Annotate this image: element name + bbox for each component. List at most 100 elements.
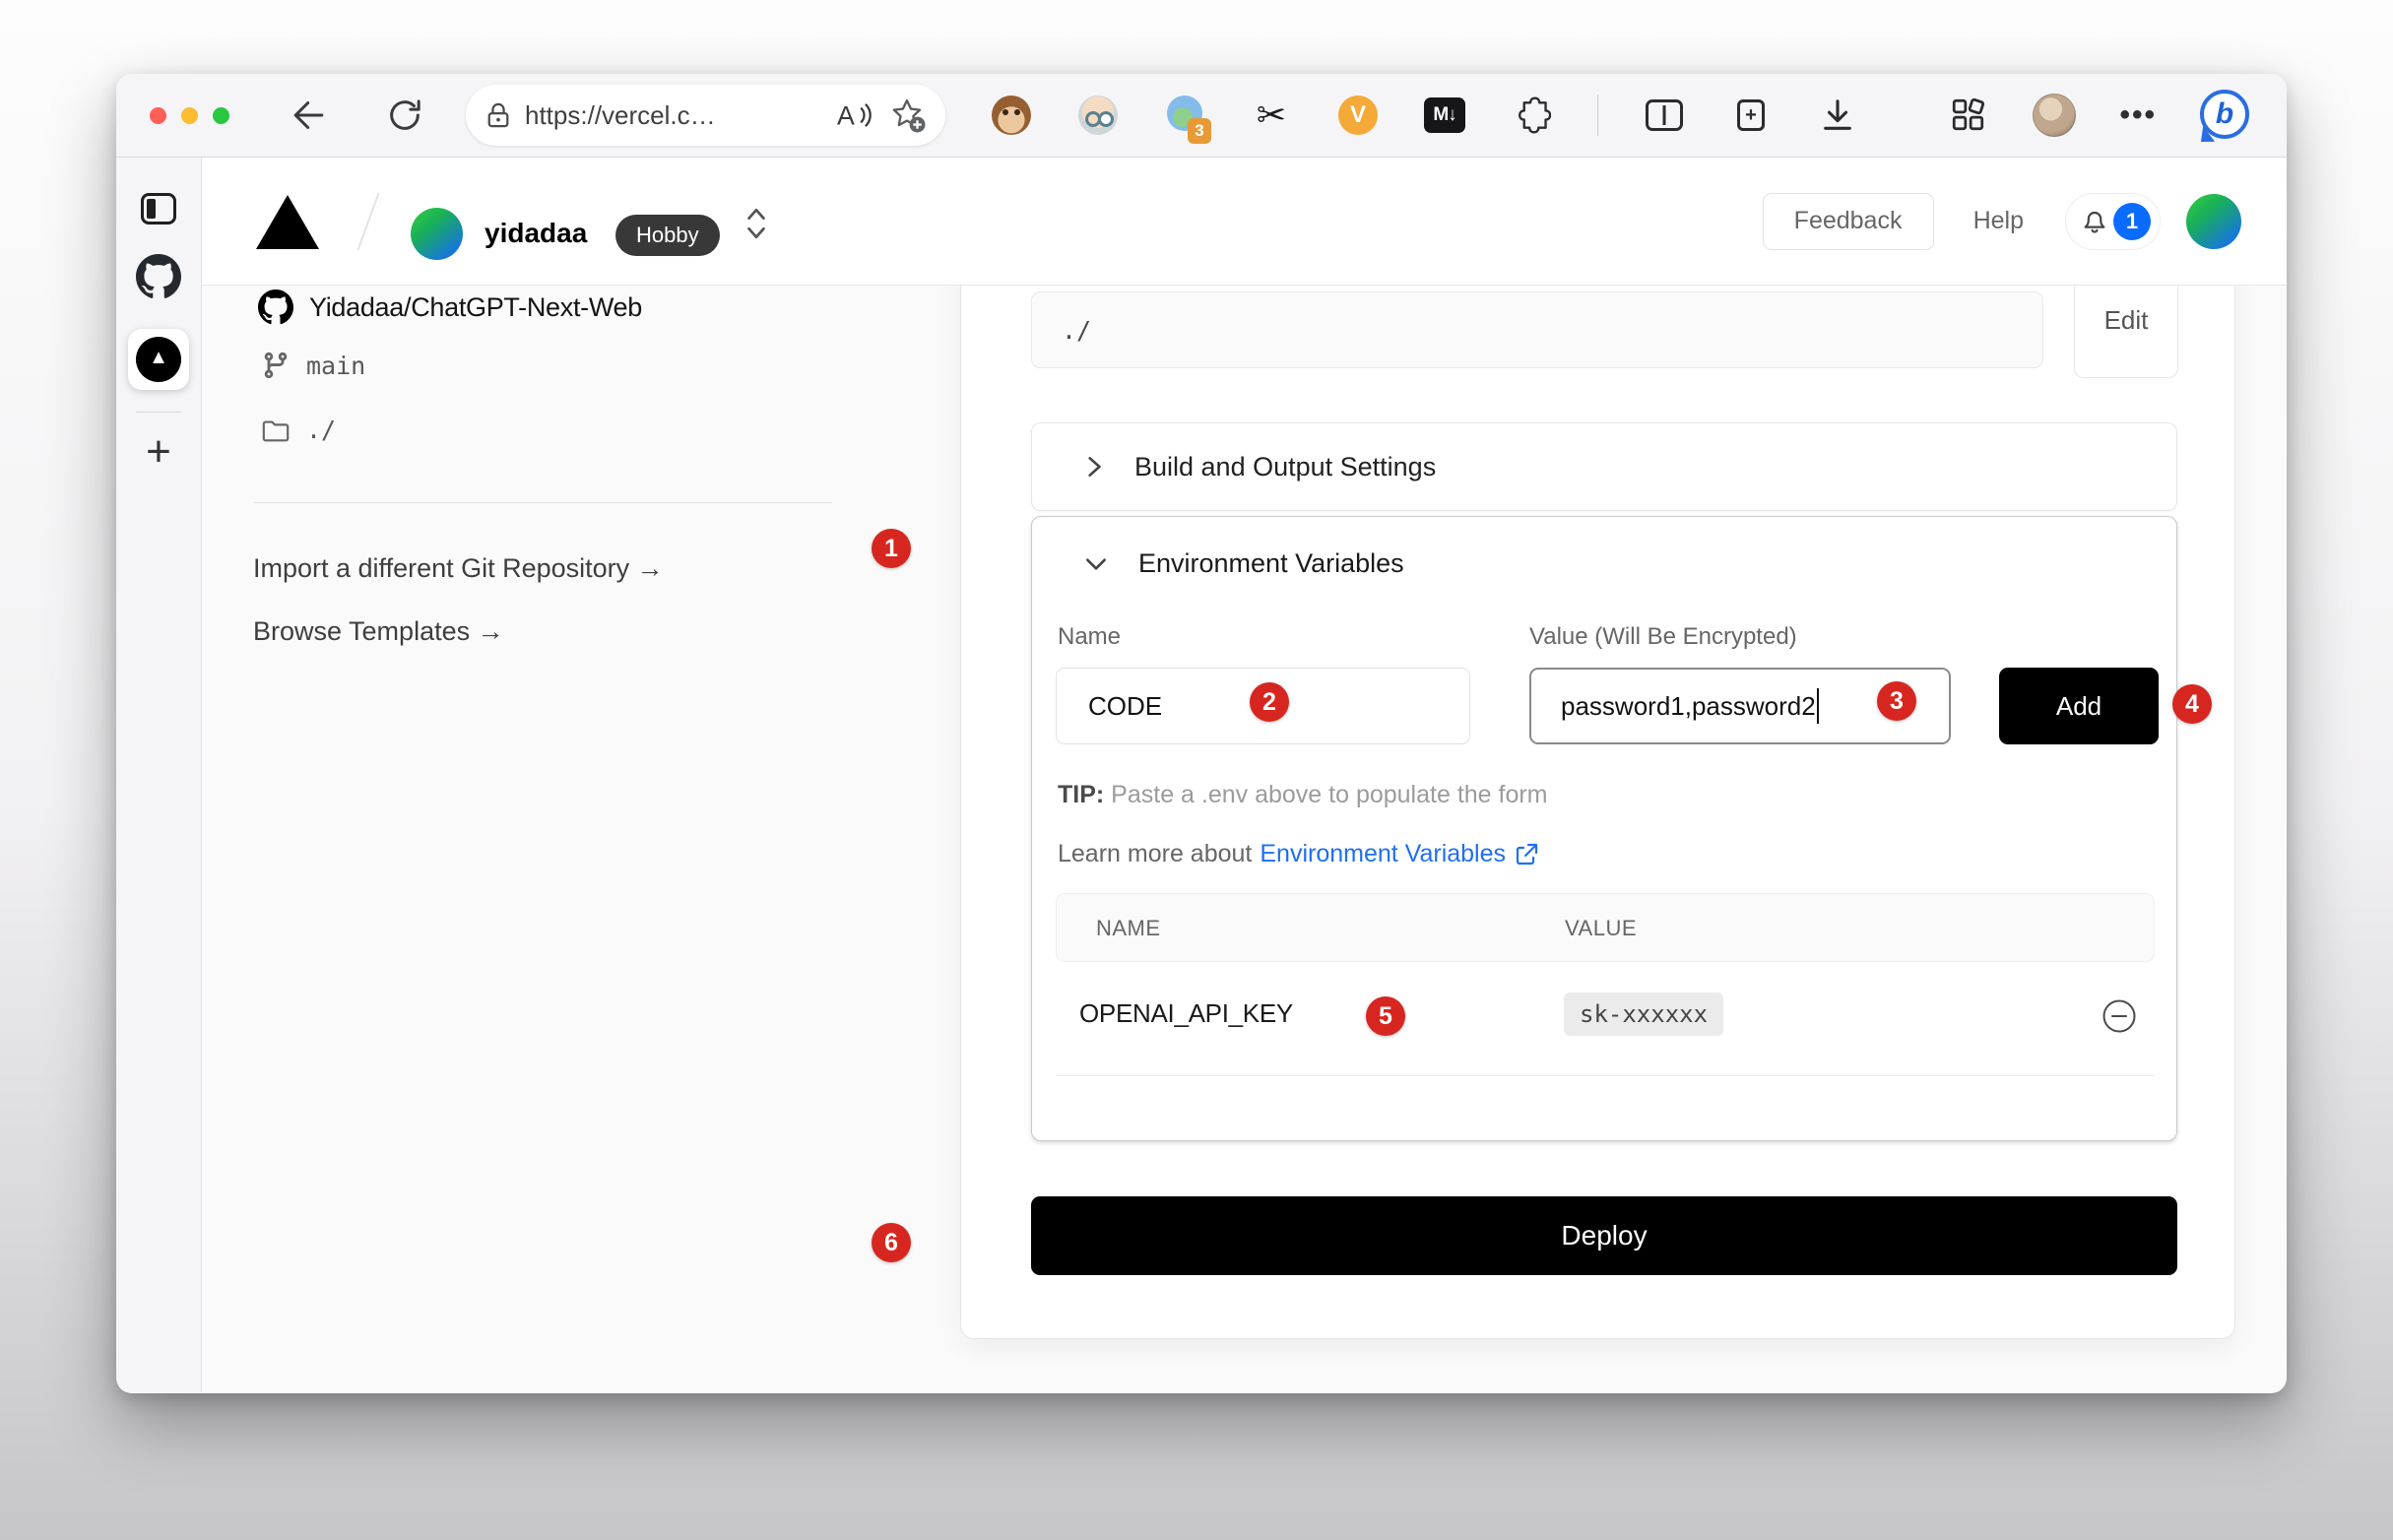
vercel-logo-icon: ▲ bbox=[136, 337, 181, 382]
sidebar-divider bbox=[136, 412, 181, 413]
environment-variables-panel: Environment Variables Name Value (Will B… bbox=[1031, 516, 2177, 1141]
svg-text:A: A bbox=[837, 101, 855, 131]
feedback-button[interactable]: Feedback bbox=[1763, 193, 1934, 250]
selected-repo-row: Yidadaa/ChatGPT-Next-Web bbox=[258, 289, 642, 325]
notification-count-badge: 1 bbox=[2113, 203, 2151, 240]
vercel-page: yidadaa Hobby Feedback Help 1 bbox=[202, 158, 2287, 1392]
team-name[interactable]: yidadaa bbox=[485, 218, 587, 249]
table-header-value: VALUE bbox=[1565, 916, 1637, 941]
traffic-lights bbox=[150, 107, 229, 124]
external-link-icon bbox=[1514, 842, 1539, 867]
table-header-name: NAME bbox=[1096, 916, 1161, 941]
branch-row: main bbox=[261, 351, 365, 380]
bell-icon bbox=[2080, 206, 2109, 237]
add-button[interactable]: Add bbox=[1999, 668, 2159, 744]
sidebar-vercel-item-selected[interactable]: ▲ bbox=[128, 329, 189, 390]
scissors-extension-icon[interactable]: ✂ bbox=[1251, 95, 1292, 136]
environment-variables-link[interactable]: Environment Variables bbox=[1260, 840, 1539, 868]
collections-icon[interactable]: + bbox=[1730, 95, 1772, 136]
browse-templates-link[interactable]: Browse Templates → bbox=[253, 616, 504, 647]
url-text[interactable]: https://vercel.c… bbox=[525, 100, 823, 131]
favorite-star-icon[interactable] bbox=[890, 97, 926, 133]
learn-more-prefix: Learn more about bbox=[1058, 840, 1252, 868]
extensions-puzzle-icon[interactable] bbox=[1511, 95, 1552, 136]
help-link[interactable]: Help bbox=[1973, 207, 2024, 235]
sidebar-add-button[interactable]: + bbox=[146, 434, 171, 469]
learn-more-line: Learn more about Environment Variables bbox=[1058, 840, 1539, 868]
root-dir-text: ./ bbox=[306, 416, 336, 444]
plan-badge: Hobby bbox=[615, 215, 720, 256]
annotation-5: 5 bbox=[1366, 996, 1405, 1036]
toolbar-right-cluster: ••• b bbox=[1948, 90, 2251, 141]
downloads-icon[interactable] bbox=[1817, 95, 1858, 136]
extensions-row: 3 ✂ V M↓ + bbox=[991, 95, 1858, 136]
deploy-button[interactable]: Deploy bbox=[1031, 1196, 2177, 1275]
team-selector-chevrons-icon[interactable] bbox=[745, 206, 767, 241]
close-window-button[interactable] bbox=[150, 107, 166, 124]
annotation-1: 1 bbox=[872, 529, 911, 568]
monkey-extension-icon[interactable] bbox=[991, 95, 1032, 136]
face-extension-icon[interactable] bbox=[1077, 95, 1119, 136]
configure-project-card: Edit Build and Output Settings Environ bbox=[960, 286, 2235, 1339]
build-output-settings-label: Build and Output Settings bbox=[1134, 452, 1436, 482]
env-table-header: NAME VALUE bbox=[1056, 893, 2155, 962]
browser-window: https://vercel.c… A 3 ✂ V bbox=[116, 74, 2287, 1393]
bing-chat-icon[interactable]: b bbox=[2200, 90, 2251, 141]
vimium-extension-icon[interactable]: V bbox=[1337, 95, 1379, 136]
edit-button[interactable]: Edit bbox=[2074, 286, 2178, 378]
read-aloud-icon[interactable]: A bbox=[837, 99, 876, 131]
root-dir-row: ./ bbox=[261, 416, 336, 444]
env-value-text: password1,password2 bbox=[1561, 691, 1816, 722]
annotation-4: 4 bbox=[2172, 684, 2212, 724]
vercel-logo-icon[interactable] bbox=[256, 195, 319, 249]
refresh-icon bbox=[385, 96, 424, 135]
toolbar-divider bbox=[1597, 95, 1598, 136]
git-branch-icon bbox=[261, 351, 291, 380]
table-row-divider bbox=[1056, 1075, 2155, 1076]
split-screen-icon[interactable] bbox=[1644, 95, 1685, 136]
vercel-header: yidadaa Hobby Feedback Help 1 bbox=[202, 158, 2287, 286]
breadcrumb-slash bbox=[356, 193, 379, 251]
markdown-extension-icon[interactable]: M↓ bbox=[1424, 95, 1465, 136]
repo-name: Yidadaa/ChatGPT-Next-Web bbox=[309, 292, 642, 323]
user-avatar[interactable] bbox=[2186, 194, 2241, 249]
name-field-label: Name bbox=[1058, 623, 1121, 651]
team-avatar[interactable] bbox=[411, 208, 463, 260]
branch-name: main bbox=[306, 352, 365, 380]
edge-sidebar: ▲ + bbox=[116, 158, 202, 1392]
build-output-settings-section[interactable]: Build and Output Settings bbox=[1031, 422, 2177, 511]
page-content: Yidadaa/ChatGPT-Next-Web main ./ Import … bbox=[202, 286, 2287, 1392]
environment-variables-label: Environment Variables bbox=[1138, 548, 1404, 579]
environment-variables-header[interactable]: Environment Variables bbox=[1083, 548, 1404, 579]
zoom-window-button[interactable] bbox=[213, 107, 229, 124]
lock-icon bbox=[485, 100, 511, 130]
back-arrow-icon bbox=[287, 96, 326, 135]
meeting-extension-icon[interactable]: 3 bbox=[1164, 95, 1205, 136]
folder-icon bbox=[261, 417, 291, 444]
env-row-name: OPENAI_API_KEY bbox=[1079, 998, 1293, 1029]
chevron-right-icon bbox=[1083, 454, 1105, 480]
chevron-down-icon bbox=[1083, 554, 1109, 574]
annotation-3: 3 bbox=[1877, 681, 1916, 721]
refresh-button[interactable] bbox=[383, 94, 426, 137]
github-icon bbox=[258, 289, 293, 325]
back-button[interactable] bbox=[285, 94, 328, 137]
sidebar-github-icon[interactable] bbox=[136, 254, 181, 299]
profile-avatar[interactable] bbox=[2033, 94, 2076, 137]
sidebar-tabs-icon[interactable] bbox=[141, 193, 176, 225]
annotation-6: 6 bbox=[872, 1223, 911, 1262]
text-caret bbox=[1817, 688, 1819, 724]
remove-env-row-button[interactable] bbox=[2102, 998, 2137, 1034]
minus-circle-icon bbox=[2102, 998, 2137, 1034]
browser-toolbar: https://vercel.c… A 3 ✂ V bbox=[116, 74, 2287, 158]
apps-grid-icon[interactable] bbox=[1948, 95, 1989, 136]
env-row-value: sk-xxxxxx bbox=[1564, 993, 1723, 1036]
left-panel-divider bbox=[253, 502, 832, 503]
notifications-button[interactable]: 1 bbox=[2065, 193, 2161, 250]
root-directory-input[interactable] bbox=[1031, 291, 2043, 368]
address-bar[interactable]: https://vercel.c… A bbox=[466, 85, 945, 146]
settings-menu-icon[interactable]: ••• bbox=[2119, 98, 2157, 132]
import-different-repo-link[interactable]: Import a different Git Repository → bbox=[253, 553, 664, 584]
annotation-2: 2 bbox=[1250, 682, 1289, 722]
minimize-window-button[interactable] bbox=[181, 107, 198, 124]
